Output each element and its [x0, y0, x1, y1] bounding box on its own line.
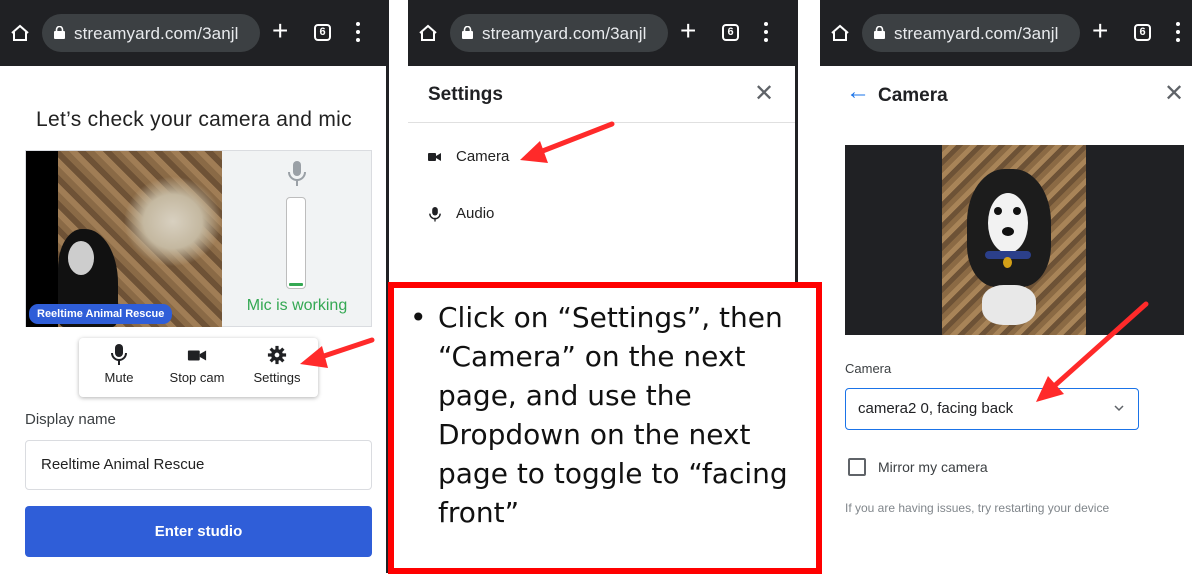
- home-icon[interactable]: [830, 23, 850, 43]
- settings-label: Settings: [253, 370, 301, 385]
- bullet: •: [410, 301, 427, 334]
- back-arrow-icon[interactable]: ←: [846, 80, 870, 104]
- home-icon[interactable]: [10, 23, 30, 43]
- tab-count-button[interactable]: 6: [314, 24, 331, 41]
- enter-studio-button[interactable]: Enter studio: [25, 506, 372, 557]
- tab-count-button[interactable]: 6: [722, 24, 739, 41]
- phone-screen-check: streamyard.com/3anjl + 6 Let’s check you…: [0, 0, 388, 573]
- address-bar[interactable]: streamyard.com/3anjl: [450, 14, 668, 52]
- settings-item-audio[interactable]: Audio: [428, 205, 494, 222]
- browser-toolbar: streamyard.com/3anjl + 6: [408, 0, 797, 66]
- more-menu-icon[interactable]: [1176, 22, 1180, 46]
- camera-select-label: Camera: [845, 361, 892, 376]
- camera-title: Camera: [878, 85, 948, 106]
- mic-level-meter: [286, 197, 306, 289]
- new-tab-icon[interactable]: +: [1092, 17, 1108, 45]
- browser-toolbar: streamyard.com/3anjl + 6: [0, 0, 388, 66]
- stop-cam-label: Stop cam: [169, 370, 225, 385]
- dog-image-part: [1003, 257, 1012, 268]
- mic-icon: [429, 206, 441, 222]
- mic-check-area: Mic is working: [222, 151, 372, 327]
- mirror-camera-checkbox[interactable]: [848, 458, 866, 476]
- settings-title: Settings: [428, 84, 503, 105]
- lock-icon: [462, 26, 473, 39]
- audio-item-label: Audio: [456, 205, 495, 222]
- stop-cam-button[interactable]: Stop cam: [157, 344, 237, 385]
- display-name-input[interactable]: Reeltime Animal Rescue: [25, 440, 372, 490]
- dog-image-highlight: [68, 241, 94, 275]
- url-text: streamyard.com/3anjl: [894, 24, 1059, 43]
- dog-image-part: [1013, 207, 1021, 215]
- home-icon[interactable]: [418, 23, 438, 43]
- help-hint: If you are having issues, try restarting…: [845, 501, 1110, 515]
- dog-image-part: [994, 207, 1002, 215]
- preview-controls: Mute Stop cam Settings: [79, 338, 318, 397]
- camera-header: ← Camera ✕: [820, 66, 1192, 122]
- display-name-label: Display name: [25, 411, 116, 428]
- settings-button[interactable]: Settings: [237, 344, 317, 385]
- camera-item-label: Camera: [456, 148, 510, 165]
- new-tab-icon[interactable]: +: [272, 17, 288, 45]
- mirror-camera-label[interactable]: Mirror my camera: [878, 459, 988, 475]
- callout-text-block: • Click on “Settings”, then “Camera” on …: [410, 298, 804, 532]
- camera-preview: [845, 145, 1184, 335]
- url-text: streamyard.com/3anjl: [482, 24, 647, 43]
- video-camera-icon: [428, 153, 441, 162]
- lock-icon: [54, 26, 65, 39]
- phone-screen-camera: streamyard.com/3anjl + 6 ← Camera ✕ Came…: [820, 0, 1192, 573]
- dog-image-part: [982, 285, 1036, 325]
- page-title: Let’s check your camera and mic: [36, 108, 352, 131]
- settings-header: Settings ✕: [408, 66, 797, 123]
- close-icon[interactable]: ✕: [754, 82, 774, 106]
- chevron-down-icon: [1114, 405, 1124, 412]
- camera-preview: Reeltime Animal Rescue: [26, 151, 222, 327]
- address-bar[interactable]: streamyard.com/3anjl: [862, 14, 1080, 52]
- url-text: streamyard.com/3anjl: [74, 24, 239, 43]
- more-menu-icon[interactable]: [764, 22, 768, 46]
- camera-select-value: camera2 0, facing back: [858, 400, 1014, 417]
- more-menu-icon[interactable]: [356, 22, 360, 46]
- lock-icon: [874, 26, 885, 39]
- browser-toolbar: streamyard.com/3anjl + 6: [820, 0, 1192, 66]
- tab-count-button[interactable]: 6: [1134, 24, 1151, 41]
- name-badge: Reeltime Animal Rescue: [29, 304, 173, 324]
- dog-image-part: [1002, 227, 1014, 236]
- mute-button[interactable]: Mute: [79, 344, 159, 385]
- mute-label: Mute: [104, 370, 134, 385]
- address-bar[interactable]: streamyard.com/3anjl: [42, 14, 260, 52]
- camera-select[interactable]: camera2 0, facing back: [845, 388, 1139, 430]
- camera-mic-preview: Reeltime Animal Rescue Mic is working: [25, 150, 372, 327]
- instruction-text: Click on “Settings”, then “Camera” on th…: [438, 301, 788, 529]
- mic-level-fill: [289, 283, 303, 286]
- instruction-callout: • Click on “Settings”, then “Camera” on …: [388, 282, 822, 574]
- close-icon[interactable]: ✕: [1164, 82, 1184, 106]
- gear-icon: [267, 345, 287, 365]
- mic-icon: [111, 344, 127, 365]
- video-camera-icon: [187, 350, 207, 361]
- settings-item-camera[interactable]: Camera: [428, 148, 509, 165]
- mic-icon: [288, 161, 306, 186]
- mic-status-text: Mic is working: [246, 297, 348, 314]
- new-tab-icon[interactable]: +: [680, 17, 696, 45]
- dog-image-part: [988, 193, 1028, 253]
